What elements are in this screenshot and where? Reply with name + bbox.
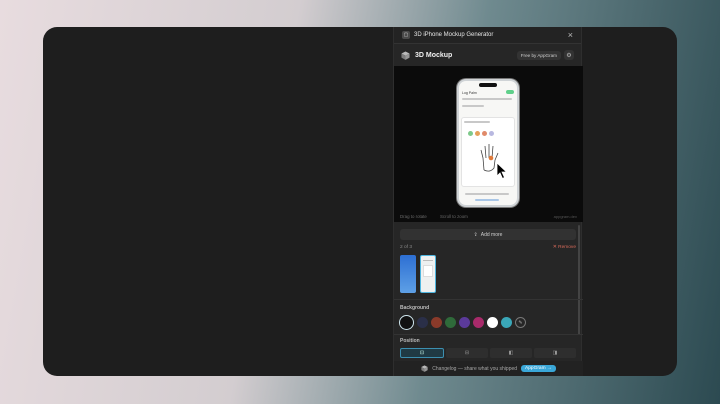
panel-header: 3D Mockup Free by AppGram ⚙ <box>394 44 581 66</box>
scrollbar[interactable] <box>578 225 580 335</box>
panel-title: 3D Mockup <box>415 51 453 59</box>
position-label: Position <box>400 338 420 344</box>
screen-line <box>475 199 499 201</box>
cube-icon <box>401 50 410 60</box>
background-swatches: ✎ <box>399 315 526 330</box>
screen-thumbnails <box>400 255 436 293</box>
thumbnail-screen-2[interactable] <box>420 255 436 293</box>
dynamic-island <box>479 83 497 87</box>
add-more-button[interactable]: ⇪ Add more <box>400 229 576 240</box>
remove-button[interactable]: ✕ Remove <box>553 245 576 250</box>
mockup-preview[interactable]: Log Palm Drag to rotate Scroll to zoom a… <box>394 66 583 222</box>
close-button[interactable]: × <box>568 30 573 40</box>
swatch[interactable] <box>501 317 512 328</box>
mockup-panel: ▢ 3D iPhone Mockup Generator × 3D Mockup… <box>393 27 583 376</box>
app-icon: ▢ <box>402 31 410 39</box>
screen-line <box>462 98 512 100</box>
footer-banner: Changelog — share what you shipped AppGr… <box>394 361 583 376</box>
gear-icon[interactable]: ⚙ <box>564 50 574 60</box>
divider <box>394 299 583 300</box>
upload-icon: ⇪ <box>473 231 478 238</box>
color-dot <box>475 131 480 136</box>
swatch[interactable] <box>431 317 442 328</box>
screen-card <box>461 117 515 187</box>
titlebar: ▢ 3D iPhone Mockup Generator × <box>394 27 581 44</box>
swatch[interactable] <box>459 317 470 328</box>
zoom-hint: Scroll to zoom <box>440 214 468 219</box>
appgram-cta-button[interactable]: AppGram → <box>521 365 556 372</box>
cube-icon <box>421 365 428 372</box>
screen-line <box>462 105 484 107</box>
window-title: 3D iPhone Mockup Generator <box>414 32 494 38</box>
footer-text: Changelog — share what you shipped <box>432 365 518 372</box>
divider <box>394 334 583 335</box>
screen-line <box>464 121 490 123</box>
background-label: Background <box>400 305 430 311</box>
screens-count: 2 of 3 <box>400 245 413 250</box>
swatch-selected[interactable] <box>399 315 414 330</box>
cursor-icon <box>496 162 508 180</box>
custom-color-picker-icon[interactable]: ✎ <box>515 317 526 328</box>
swatch[interactable] <box>487 317 498 328</box>
swatch[interactable] <box>473 317 484 328</box>
color-dot <box>468 131 473 136</box>
app-window: ▢ 3D iPhone Mockup Generator × 3D Mockup… <box>43 27 677 376</box>
screens-count-row: 2 of 3 ✕ Remove <box>400 245 576 250</box>
free-by-appgram-button[interactable]: Free by AppGram <box>516 50 561 60</box>
phone-screen: Log Palm <box>459 81 517 205</box>
iphone-mockup[interactable]: Log Palm <box>457 79 519 207</box>
add-more-label: Add more <box>480 231 503 238</box>
position-option-4[interactable]: ◨ <box>534 348 576 358</box>
drag-hint: Drag to rotate <box>400 214 427 219</box>
swatch[interactable] <box>445 317 456 328</box>
color-dot <box>489 131 494 136</box>
swatch[interactable] <box>417 317 428 328</box>
screen-heading: Log Palm <box>462 91 477 95</box>
color-dot <box>482 131 487 136</box>
position-options: ⊡ ⊟ ◧ ◨ <box>400 348 576 358</box>
position-option-2[interactable]: ⊟ <box>446 348 488 358</box>
screen-pill <box>506 90 514 94</box>
thumb-card <box>423 265 433 277</box>
thumbnail-screen-1[interactable] <box>400 255 416 293</box>
watermark: appgram.dev <box>553 214 577 219</box>
remove-label: Remove <box>558 245 576 250</box>
screen-line <box>465 193 509 195</box>
thumb-line <box>423 260 433 261</box>
position-option-3[interactable]: ◧ <box>490 348 532 358</box>
position-option-1[interactable]: ⊡ <box>400 348 444 358</box>
